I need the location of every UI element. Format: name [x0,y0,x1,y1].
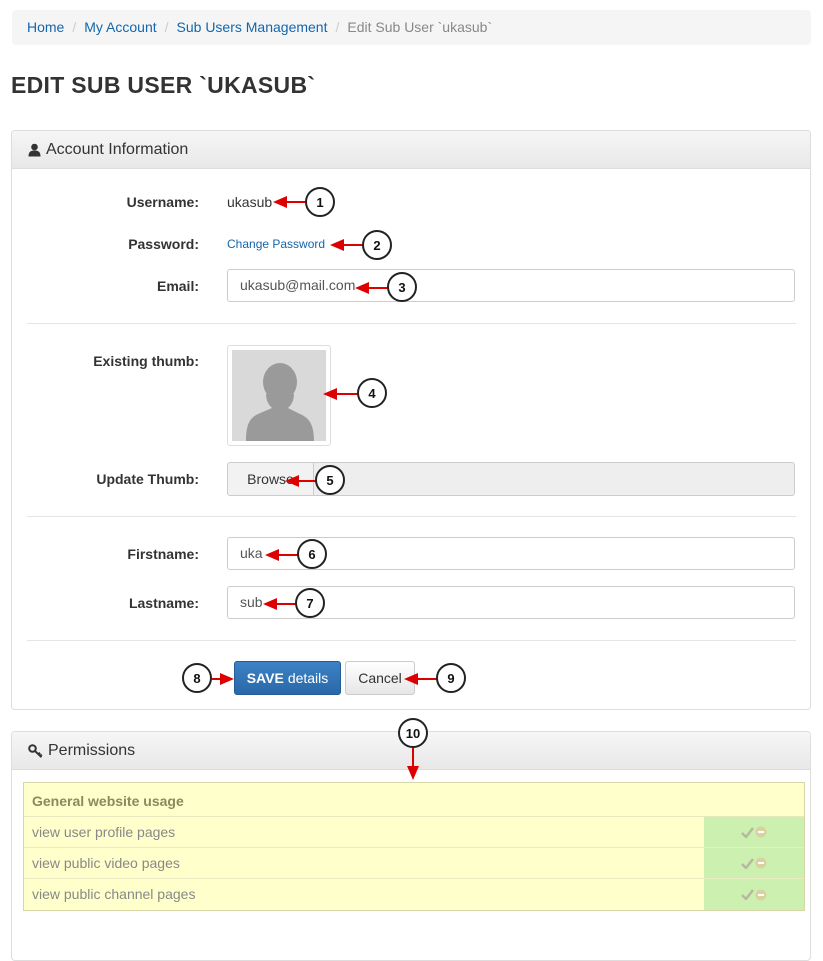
annotation-callout-2: 2 [362,230,392,260]
annotation-callout-9: 9 [436,663,466,693]
annotation-arrow [367,287,389,289]
annotation-arrow [335,393,359,395]
permission-label: view public video pages [32,855,180,871]
thumb-file-input[interactable]: Browse [227,462,795,496]
permission-row: view user profile pages [24,817,804,848]
email-label: Email: [156,278,199,294]
annotation-arrow [297,480,317,482]
annotation-arrow [285,201,307,203]
page-title: EDIT SUB USER `UKASUB` [11,72,316,98]
breadcrumb-separator: / [72,19,77,35]
user-icon [28,143,41,156]
annotation-callout-4: 4 [357,378,387,408]
permission-row: view public channel pages [24,879,804,910]
account-panel-heading: Account Information [12,131,810,169]
browse-button[interactable]: Browse [228,463,314,495]
email-field[interactable]: ukasub@mail.com [227,269,795,302]
breadcrumb-home-link[interactable]: Home [27,19,64,35]
breadcrumb-my-account-link[interactable]: My Account [84,19,156,35]
username-label: Username: [126,194,199,210]
annotation-callout-6: 6 [297,539,327,569]
permissions-panel-title: Permissions [48,741,136,759]
existing-thumb-image [227,345,331,446]
annotation-arrow [220,673,234,685]
avatar-placeholder-icon [232,350,326,441]
breadcrumb-separator: / [164,19,169,35]
annotation-callout-1: 1 [305,187,335,217]
permission-toggle [704,848,804,878]
check-icon[interactable] [741,889,754,900]
annotation-arrow [277,554,299,556]
breadcrumb-current: Edit Sub User `ukasub` [347,19,493,35]
firstname-label: Firstname: [127,546,199,562]
annotation-arrow [412,748,414,768]
section-divider [27,323,796,324]
breadcrumb: Home / My Account / Sub Users Management / Edi… [12,10,811,45]
section-divider [27,640,796,641]
annotation-arrow [416,678,438,680]
save-button-label: details [287,670,329,686]
existing-thumb-label: Existing thumb: [93,353,199,369]
annotation-callout-10: 10 [398,718,428,748]
annotation-arrow [342,244,364,246]
permission-toggle [704,879,804,910]
permission-row: view public video pages [24,848,804,879]
breadcrumb-separator: / [335,19,340,35]
permission-label: view user profile pages [32,824,176,840]
annotation-callout-5: 5 [315,465,345,495]
permission-group-title: General website usage [24,783,804,817]
annotation-callout-7: 7 [295,588,325,618]
breadcrumb-sub-users-link[interactable]: Sub Users Management [177,19,328,35]
account-panel-title: Account Information [46,140,189,158]
save-button-bold-label: SAVE [246,670,284,686]
minus-circle-icon[interactable] [755,889,767,901]
permission-label: view public channel pages [32,886,196,902]
annotation-arrow [407,766,419,780]
check-icon[interactable] [741,857,754,869]
account-information-panel: Account Information Username: ukasub Pas… [11,130,811,710]
username-value: ukasub [227,194,273,210]
annotation-callout-8: 8 [182,663,212,693]
minus-circle-icon[interactable] [755,857,767,869]
check-icon[interactable] [741,826,754,838]
annotation-arrow [275,603,297,605]
save-details-button[interactable]: SAVE details [234,661,341,695]
minus-circle-icon[interactable] [755,826,767,838]
annotation-callout-3: 3 [387,272,417,302]
permissions-table: General website usage view user profile … [23,782,805,911]
change-password-link[interactable]: Change Password [227,237,325,251]
lastname-label: Lastname: [128,595,199,611]
password-label: Password: [128,236,199,252]
update-thumb-label: Update Thumb: [96,471,199,487]
key-icon [28,743,43,758]
section-divider [27,516,796,517]
permission-toggle [704,817,804,847]
